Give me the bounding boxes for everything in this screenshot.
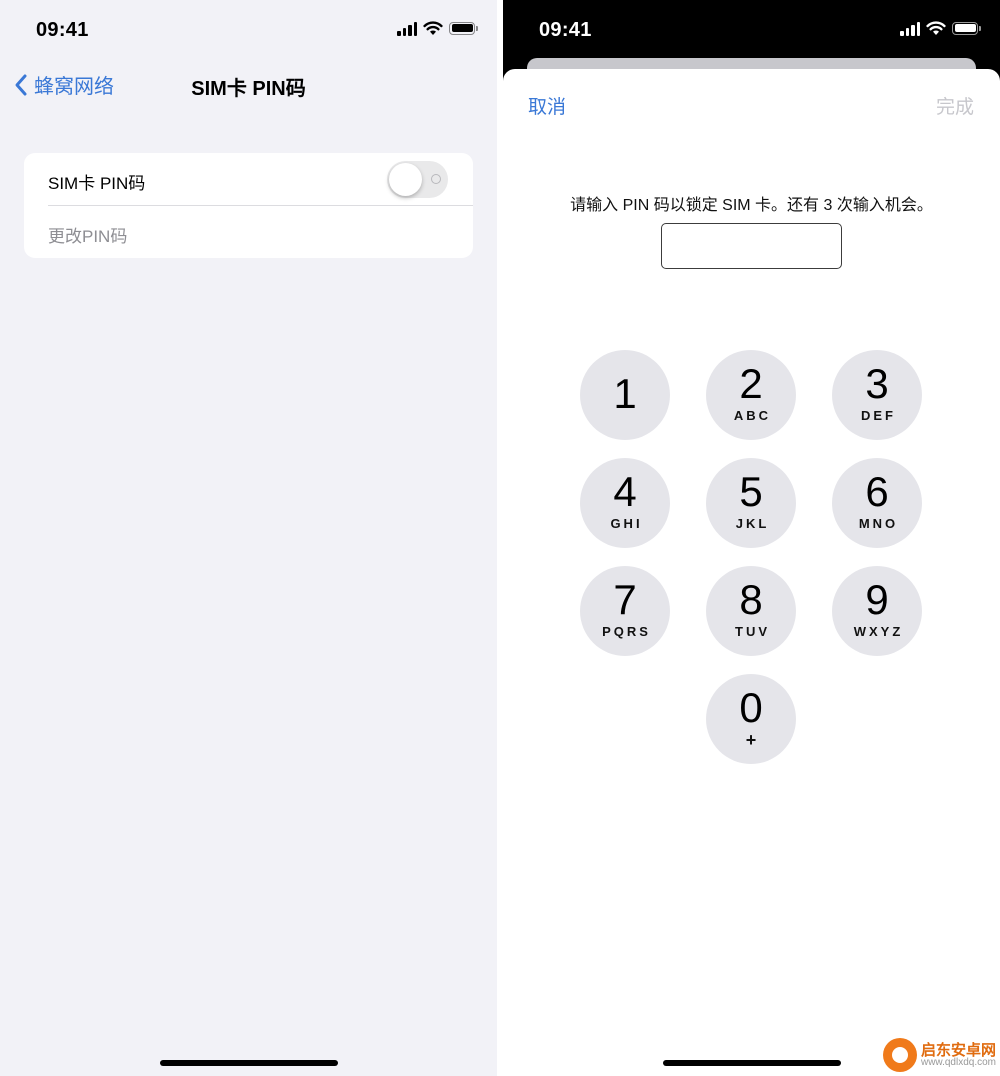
key-digit: 3 [865,360,889,407]
toggle-knob [389,163,422,196]
home-indicator [159,1060,338,1066]
pin-entry-sheet: 取消 完成 请输入 PIN 码以锁定 SIM 卡。还有 3 次输入机会。 1 2… [503,69,1000,1076]
key-5[interactable]: 5 JKL [706,458,796,548]
pin-entry-screen: 09:41 取消 完成 请输入 PIN 码以锁定 SIM 卡。还有 3 次输入机… [503,0,1000,1076]
settings-screen: 09:41 蜂窝网络 SIM卡 PIN码 SIM卡 PIN码 更改PIN码 [0,0,497,1076]
key-digit: 5 [739,468,763,515]
key-9[interactable]: 9 WXYZ [832,566,922,656]
sim-pin-toggle-row: SIM卡 PIN码 [24,153,473,205]
wifi-icon [926,20,946,35]
key-4[interactable]: 4 GHI [580,458,670,548]
key-letters: GHI [610,516,643,531]
cellular-signal-icon [397,20,417,36]
home-indicator [662,1060,841,1066]
status-bar: 09:41 [0,0,497,60]
watermark-logo-icon [882,1038,917,1072]
cancel-button[interactable]: 取消 [528,92,566,119]
key-digit: 6 [865,468,889,515]
sim-pin-toggle-label: SIM卡 PIN码 [48,174,146,193]
key-letters: WXYZ [853,624,904,639]
pin-prompt: 请输入 PIN 码以锁定 SIM 卡。还有 3 次输入机会。 [570,197,933,214]
key-plus: + [745,730,757,750]
key-3[interactable]: 3 DEF [832,350,922,440]
key-digit: 4 [613,468,637,515]
key-0[interactable]: 0 + [706,674,796,764]
key-letters: JKL [735,516,770,531]
key-8[interactable]: 8 TUV [706,566,796,656]
site-watermark: 启东安卓网 www.qdlxdq.com [882,1038,996,1072]
sim-pin-toggle[interactable] [387,161,448,198]
key-letters: PQRS [602,624,651,639]
battery-icon [952,21,981,35]
key-digit: 0 [739,684,763,731]
status-time: 09:41 [539,19,592,41]
navigation-bar: 蜂窝网络 SIM卡 PIN码 [0,60,497,108]
cellular-signal-icon [900,20,920,36]
key-2[interactable]: 2 ABC [706,350,796,440]
key-digit: 1 [613,370,637,417]
key-letters: ABC [733,408,772,423]
page-title: SIM卡 PIN码 [191,78,306,100]
key-digit: 2 [739,360,763,407]
watermark-url: www.qdlxdq.com [920,1056,996,1068]
key-digit: 9 [865,576,889,623]
wifi-icon [423,20,443,35]
key-7[interactable]: 7 PQRS [580,566,670,656]
toggle-off-indicator [431,174,441,184]
status-time: 09:41 [36,19,89,41]
key-letters: TUV [735,624,770,639]
key-digit: 7 [613,576,637,623]
sim-pin-settings-group: SIM卡 PIN码 更改PIN码 [24,153,473,258]
battery-icon [449,21,478,35]
watermark-name: 启东安卓网 [920,1041,996,1059]
key-letters: MNO [858,516,899,531]
key-6[interactable]: 6 MNO [832,458,922,548]
key-1[interactable]: 1 [580,350,670,440]
key-digit: 8 [739,576,763,623]
pin-input[interactable] [661,223,842,269]
status-icons [900,20,981,36]
status-icons [397,20,478,36]
change-pin-label: 更改PIN码 [48,227,128,246]
done-button[interactable]: 完成 [936,92,974,119]
change-pin-row[interactable]: 更改PIN码 [24,206,473,258]
status-bar: 09:41 [503,0,1000,60]
key-letters: DEF [861,408,896,423]
